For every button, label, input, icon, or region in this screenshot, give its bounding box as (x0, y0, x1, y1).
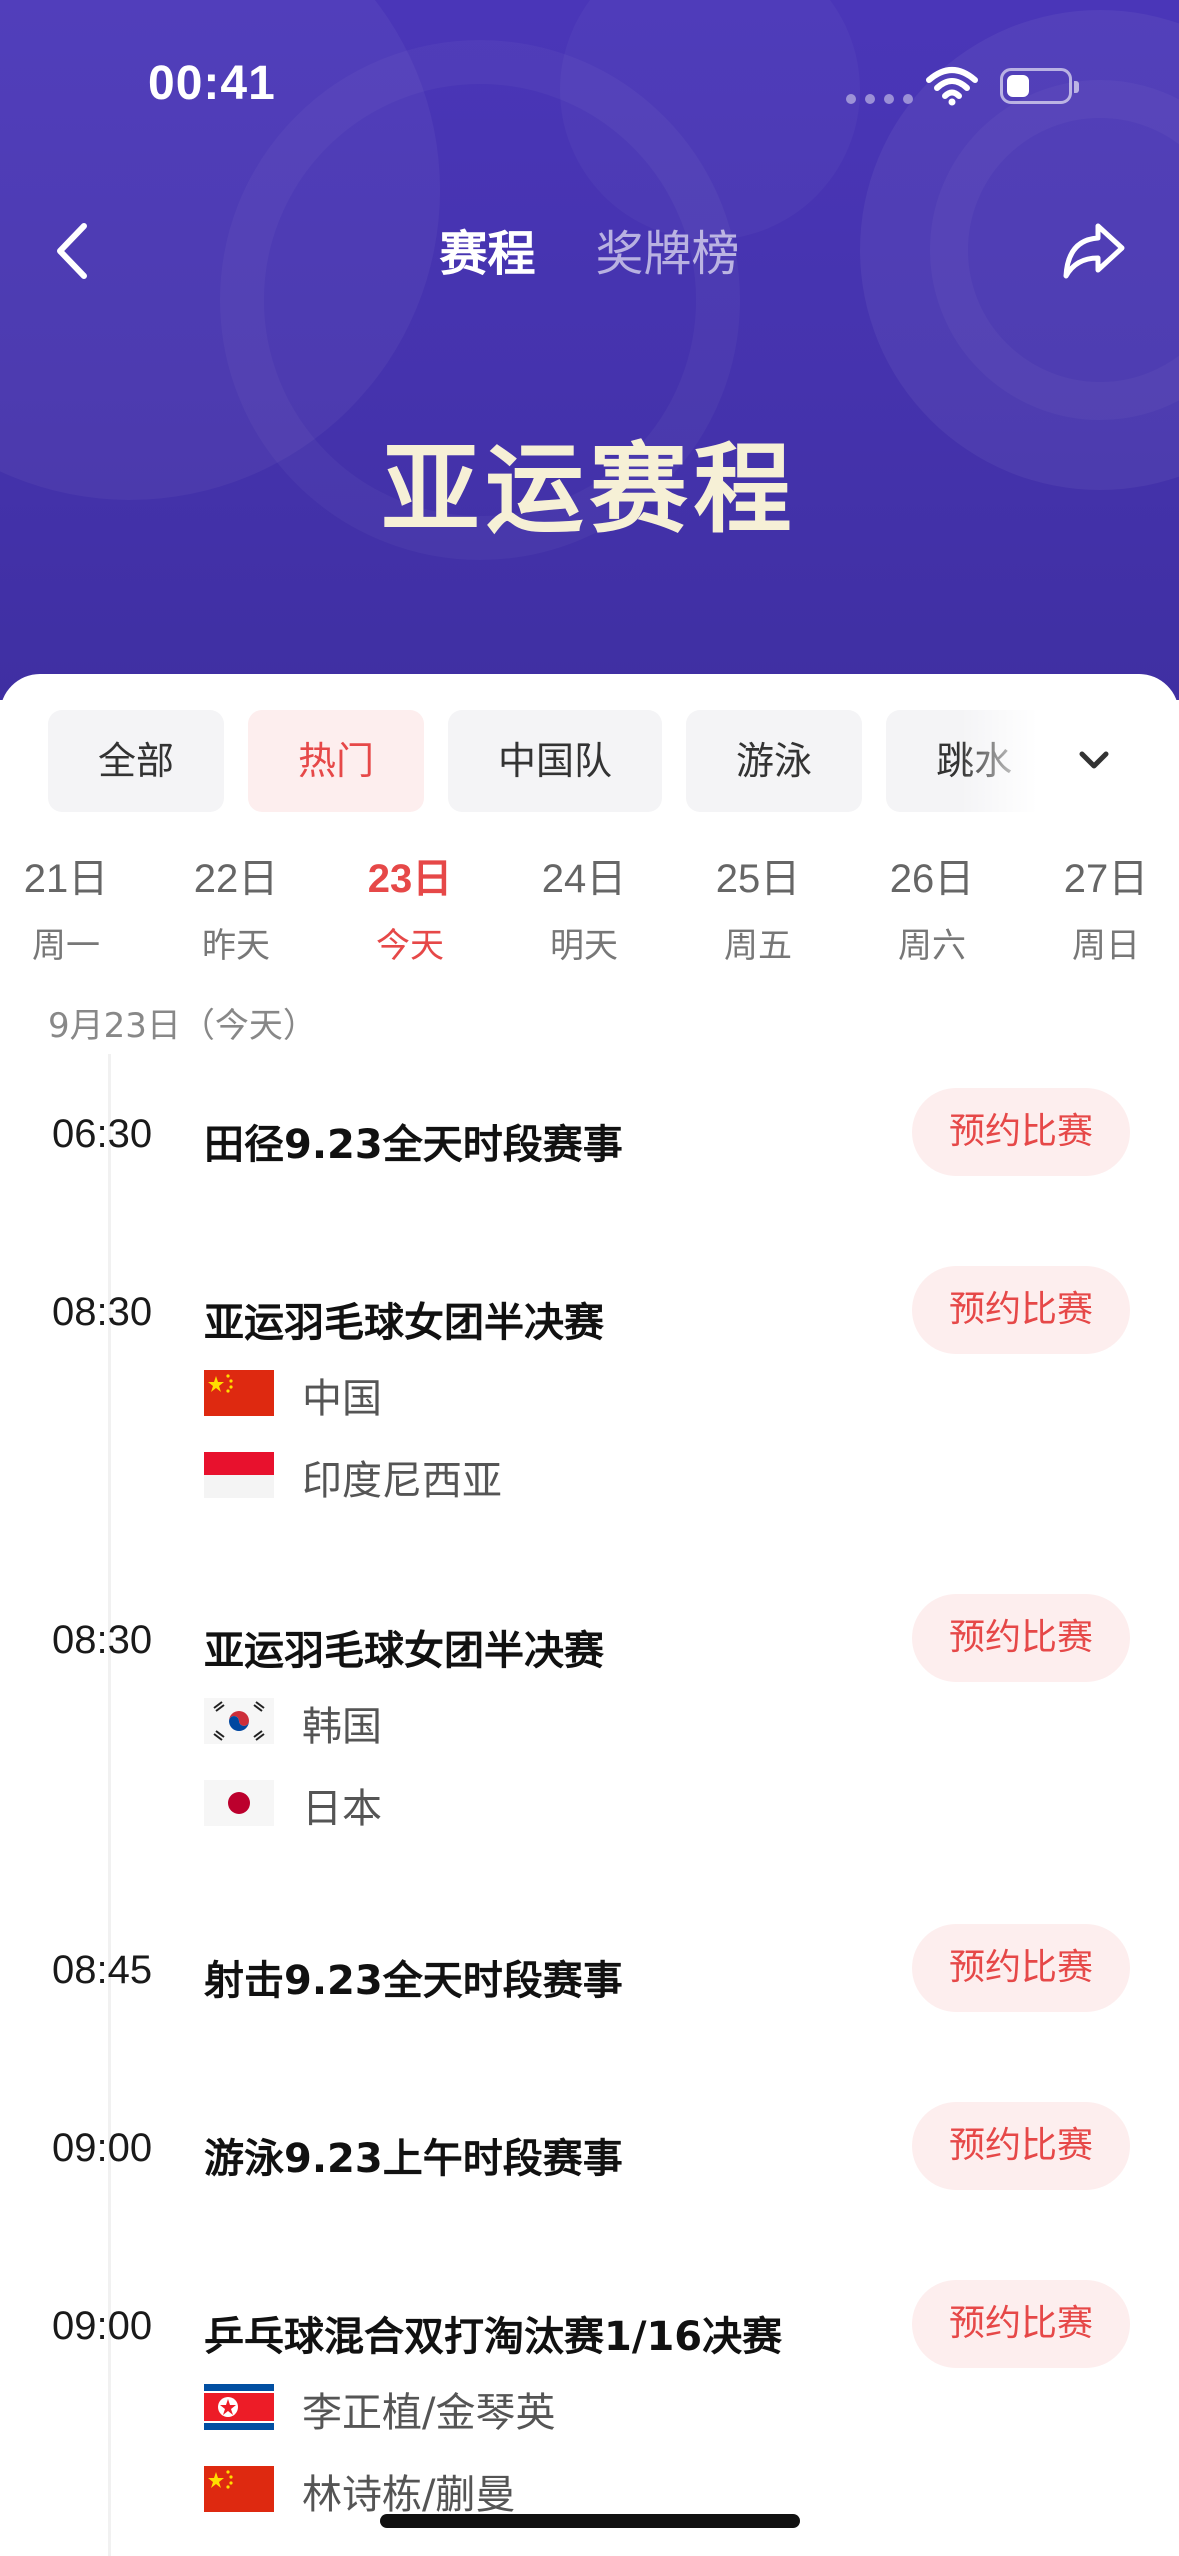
section-date-heading: 9月23日（今天） (48, 1006, 317, 1046)
book-match-button[interactable]: 预约比赛 (912, 2280, 1130, 2368)
filter-chip[interactable]: 中国队 (448, 710, 663, 812)
date-weekday: 明天 (550, 926, 618, 966)
nav-tabs: 赛程 奖牌榜 (0, 214, 1179, 284)
date-weekday: 今天 (376, 926, 444, 966)
date-tab[interactable]: 21日周一 (0, 846, 146, 967)
book-match-button[interactable]: 预约比赛 (912, 1924, 1130, 2012)
team-name: 林诗栋/蒯曼 (302, 2472, 516, 2518)
date-tab[interactable]: 26日周六 (852, 846, 1012, 967)
team-name: 中国 (302, 1376, 382, 1422)
tab-medal-table[interactable]: 奖牌榜 (596, 214, 740, 284)
china-flag-icon (204, 2466, 274, 2512)
filter-fade-overlay (960, 710, 1070, 814)
date-selector: 21日 周一 22日 昨天 23日 今天 24日 明天 25日 周五 26日 周六 27日 周日 (0, 846, 1179, 976)
date-weekday: 昨天 (202, 926, 270, 966)
category-filter-bar: 全部热门中国队游泳跳水 (48, 710, 1048, 814)
status-time: 00:41 (148, 57, 276, 110)
home-indicator (380, 2514, 800, 2528)
schedule-card: 全部热门中国队游泳跳水 21日周一22日昨天23日今天24日明天25日周五26日… (0, 674, 1179, 2556)
event-title: 射击9.23全天时段赛事 (204, 1958, 623, 2004)
date-day: 27日 (1063, 857, 1149, 901)
event-title: 游泳9.23上午时段赛事 (204, 2136, 623, 2182)
china-flag-icon (204, 1370, 274, 1416)
date-tab[interactable]: 27日周日 (1026, 846, 1179, 967)
event-time: 06:30 (52, 1112, 153, 1156)
japan-flag-icon (204, 1780, 274, 1826)
battery-icon (1000, 68, 1079, 104)
team-name: 印度尼西亚 (302, 1458, 502, 1504)
date-weekday: 周六 (898, 926, 966, 966)
date-weekday: 周五 (724, 926, 792, 966)
book-match-button[interactable]: 预约比赛 (912, 1266, 1130, 1354)
date-tab[interactable]: 22日昨天 (156, 846, 316, 967)
filter-chip[interactable]: 全部 (48, 710, 225, 812)
indonesia-flag-icon (204, 1452, 274, 1498)
date-tab[interactable]: 24日明天 (504, 846, 664, 967)
page-title: 亚运赛程 (381, 432, 798, 547)
team-name: 李正植/金琴英 (302, 2390, 556, 2436)
event-title: 亚运羽毛球女团半决赛 (204, 1628, 604, 1674)
event-time: 09:00 (52, 2126, 153, 2170)
event-time: 08:30 (52, 1290, 153, 1334)
filter-chip[interactable]: 游泳 (686, 710, 863, 812)
date-weekday: 周一 (32, 926, 100, 966)
book-match-button[interactable]: 预约比赛 (912, 2102, 1130, 2190)
team-name: 日本 (302, 1786, 382, 1832)
tab-schedule[interactable]: 赛程 (439, 214, 535, 284)
event-time: 08:45 (52, 1948, 153, 1992)
cellular-signal-icon (846, 94, 913, 104)
date-day: 24日 (541, 857, 627, 901)
event-title: 田径9.23全天时段赛事 (204, 1122, 623, 1168)
korea-flag-icon (204, 1698, 274, 1744)
date-day: 22日 (193, 857, 279, 901)
event-time: 08:30 (52, 1618, 153, 1662)
date-day: 23日 (367, 857, 453, 901)
event-title: 亚运羽毛球女团半决赛 (204, 1300, 604, 1346)
date-weekday: 周日 (1072, 926, 1140, 966)
date-tab[interactable]: 23日今天 (330, 846, 490, 967)
book-match-button[interactable]: 预约比赛 (912, 1594, 1130, 1682)
date-day: 21日 (23, 857, 109, 901)
chevron-down-icon[interactable] (1074, 744, 1114, 778)
date-tab[interactable]: 25日周五 (678, 846, 838, 967)
event-time: 09:00 (52, 2304, 153, 2348)
book-match-button[interactable]: 预约比赛 (912, 1088, 1130, 1176)
status-bar: 00:41 (0, 0, 1179, 170)
north-korea-flag-icon (204, 2384, 274, 2430)
filter-chip[interactable]: 热门 (248, 710, 425, 812)
header-banner: 00:41 赛程 奖牌榜 亚运赛程 (0, 0, 1179, 700)
wifi-icon (926, 67, 978, 106)
date-day: 25日 (715, 857, 801, 901)
top-navigation: 赛程 奖牌榜 (0, 190, 1179, 310)
share-icon[interactable] (1058, 214, 1130, 286)
date-day: 26日 (889, 857, 975, 901)
event-title: 乒乓球混合双打淘汰赛1/16决赛 (204, 2314, 783, 2360)
team-name: 韩国 (302, 1704, 382, 1750)
